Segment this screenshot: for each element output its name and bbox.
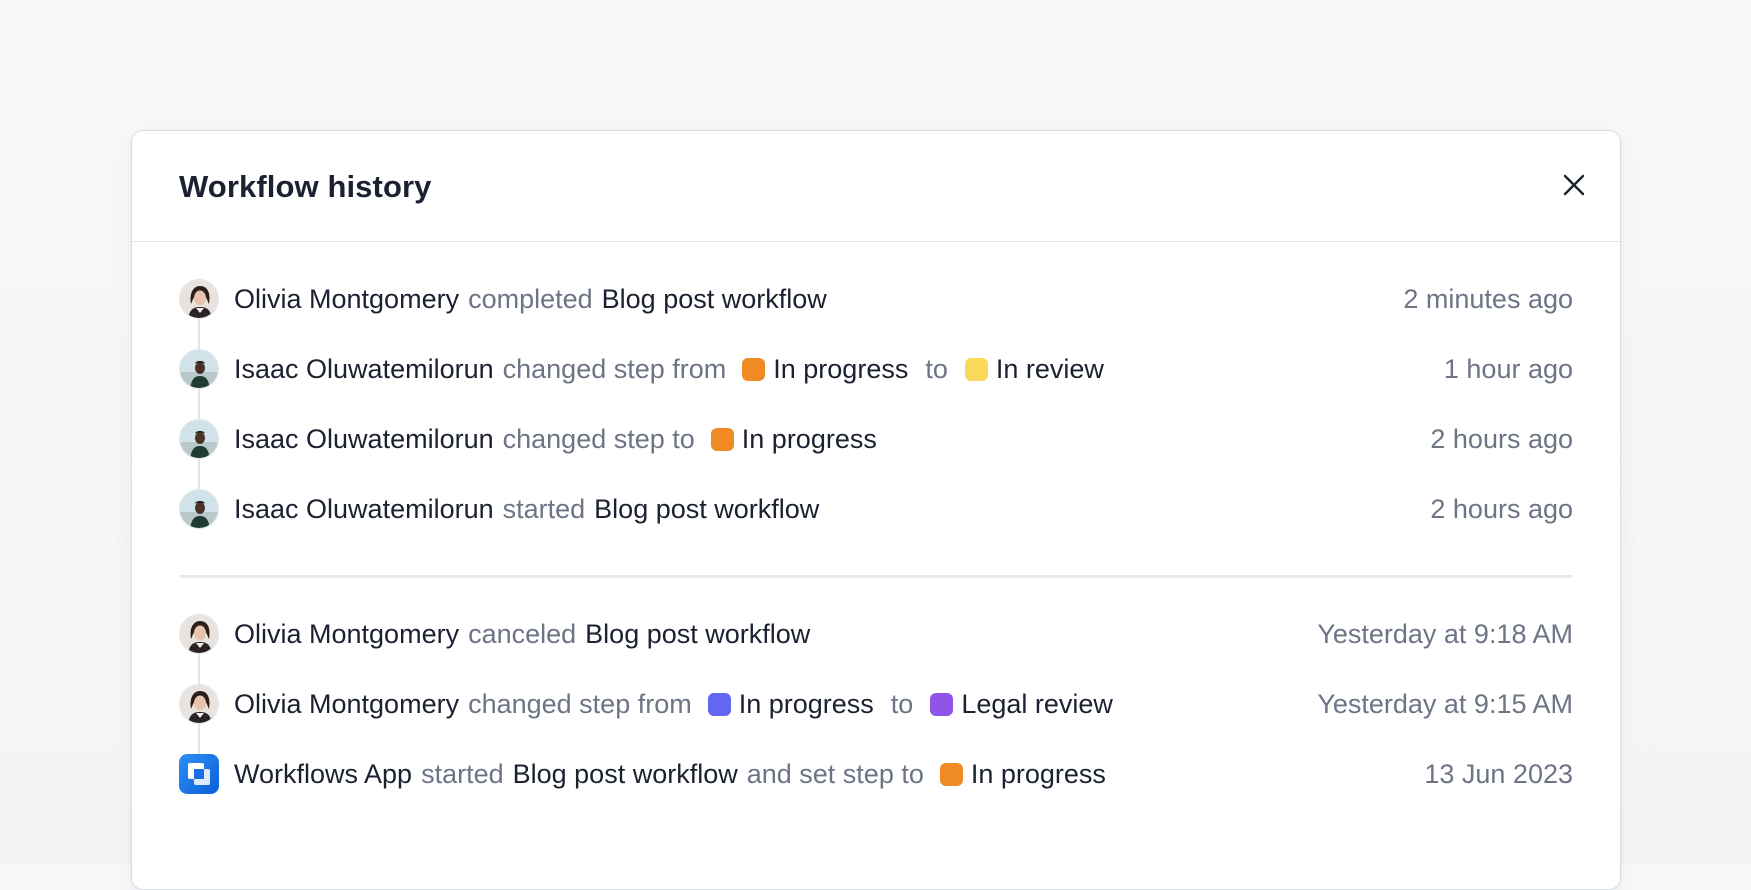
actor-name[interactable]: Olivia Montgomery xyxy=(234,619,459,650)
history-entry: Olivia Montgomery changed step from In p… xyxy=(179,654,1573,724)
entry-timestamp: Yesterday at 9:15 AM xyxy=(1317,688,1573,719)
actor-name[interactable]: Olivia Montgomery xyxy=(234,689,459,720)
entry-timestamp: 2 hours ago xyxy=(1430,493,1573,524)
action-verb: changed step from xyxy=(502,353,727,384)
workflows-app-icon xyxy=(179,754,219,794)
avatar-olivia xyxy=(179,279,219,319)
status-label: In progress xyxy=(970,758,1106,789)
entry-timestamp: 1 hour ago xyxy=(1443,353,1573,384)
entry-timestamp: 2 minutes ago xyxy=(1403,283,1573,314)
status-to: Legal review xyxy=(930,689,1113,720)
action-verb: started xyxy=(502,493,586,524)
status-to: In progress xyxy=(710,423,877,455)
entry-timestamp: 13 Jun 2023 xyxy=(1424,758,1573,789)
avatar-isaac xyxy=(179,419,219,459)
timeline-connector xyxy=(198,654,200,684)
status-from: In progress xyxy=(742,354,908,385)
conjunction: to xyxy=(890,688,914,719)
actor-name[interactable]: Isaac Oluwatemilorun xyxy=(234,494,494,525)
history-entry: Workflows App started Blog post workflow… xyxy=(179,724,1573,794)
workflow-name[interactable]: Blog post workflow xyxy=(594,494,819,525)
entry-timestamp: 2 hours ago xyxy=(1430,423,1573,454)
timeline-connector xyxy=(198,319,200,349)
action-verb: changed step to xyxy=(502,423,695,454)
workflow-history-dialog: Workflow history Olivia Montgomery compl… xyxy=(131,130,1621,890)
history-list: Olivia Montgomery completed Blog post wo… xyxy=(132,242,1620,794)
avatar-isaac xyxy=(179,349,219,389)
timeline-connector xyxy=(198,724,200,754)
avatar-olivia xyxy=(179,684,219,724)
status-to: In review xyxy=(964,353,1104,385)
actor-name[interactable]: Workflows App xyxy=(234,759,412,790)
timeline-connector xyxy=(198,459,200,489)
action-verb: changed step from xyxy=(468,688,692,719)
action-verb-secondary: and set step to xyxy=(746,758,924,789)
actor-name[interactable]: Isaac Oluwatemilorun xyxy=(234,354,494,385)
history-entry: Isaac Oluwatemilorun changed step to In … xyxy=(179,389,1573,459)
history-entry: Olivia Montgomery completed Blog post wo… xyxy=(179,279,1573,319)
actor-name[interactable]: Isaac Oluwatemilorun xyxy=(234,424,494,455)
history-group-older: Olivia Montgomery canceled Blog post wor… xyxy=(179,578,1573,794)
status-label: In progress xyxy=(738,688,874,719)
history-entry: Isaac Oluwatemilorun changed step from I… xyxy=(179,319,1573,389)
avatar-olivia xyxy=(179,614,219,654)
dialog-header: Workflow history xyxy=(132,131,1620,242)
status-color-swatch xyxy=(964,357,988,381)
status-label: Legal review xyxy=(961,688,1113,719)
action-verb: started xyxy=(421,758,504,789)
dialog-title: Workflow history xyxy=(179,169,432,204)
close-icon xyxy=(1563,174,1585,196)
status-color-swatch xyxy=(742,357,766,381)
action-verb: canceled xyxy=(468,618,577,649)
timeline-connector xyxy=(198,389,200,419)
status-color-swatch xyxy=(710,427,734,451)
workflow-name[interactable]: Blog post workflow xyxy=(585,619,810,650)
close-button[interactable] xyxy=(1558,169,1590,201)
action-verb: completed xyxy=(468,283,593,314)
status-color-swatch xyxy=(930,692,954,716)
workflow-name[interactable]: Blog post workflow xyxy=(602,284,827,315)
workflow-name[interactable]: Blog post workflow xyxy=(513,759,738,790)
conjunction: to xyxy=(925,353,948,384)
status-label: In progress xyxy=(773,353,909,384)
status-label: In progress xyxy=(741,423,877,454)
avatar-isaac xyxy=(179,489,219,529)
history-group-recent: Olivia Montgomery completed Blog post wo… xyxy=(179,242,1573,529)
history-entry: Olivia Montgomery canceled Blog post wor… xyxy=(179,614,1573,654)
actor-name[interactable]: Olivia Montgomery xyxy=(234,284,459,315)
entry-timestamp: Yesterday at 9:18 AM xyxy=(1317,618,1573,649)
status-color-swatch xyxy=(939,762,963,786)
history-entry: Isaac Oluwatemilorun started Blog post w… xyxy=(179,459,1573,529)
status-color-swatch xyxy=(707,692,731,716)
status-from: In progress xyxy=(707,688,874,720)
status-label: In review xyxy=(995,353,1104,384)
status-to: In progress xyxy=(939,758,1106,790)
